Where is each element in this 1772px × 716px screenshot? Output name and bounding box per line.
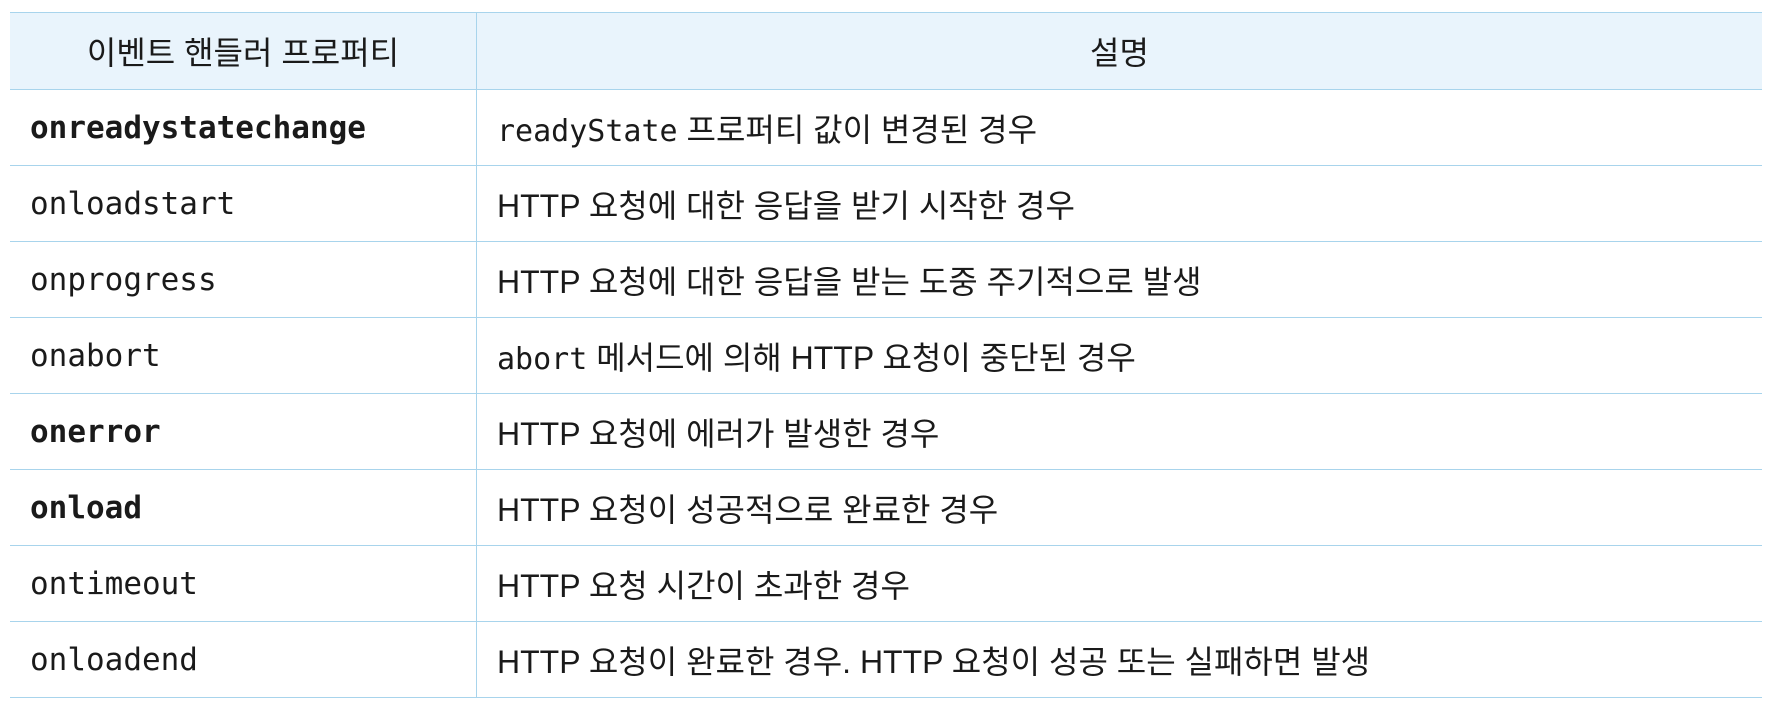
row-property: onloadstart — [10, 165, 477, 242]
table-row: onload HTTP 요청이 성공적으로 완료한 경우 — [10, 469, 1762, 546]
row-description: HTTP 요청에 대한 응답을 받기 시작한 경우 — [476, 165, 1762, 242]
table-row: onreadystatechange readyState 프로퍼티 값이 변경… — [10, 89, 1762, 166]
table-header-row: 이벤트 핸들러 프로퍼티 설명 — [10, 12, 1762, 90]
row-description: readyState 프로퍼티 값이 변경된 경우 — [476, 89, 1762, 166]
row-description: HTTP 요청이 완료한 경우. HTTP 요청이 성공 또는 실패하면 발생 — [476, 621, 1762, 698]
description-code: readyState — [497, 113, 678, 149]
row-description: HTTP 요청이 성공적으로 완료한 경우 — [476, 469, 1762, 546]
table-row: onprogress HTTP 요청에 대한 응답을 받는 도중 주기적으로 발… — [10, 241, 1762, 318]
row-description: HTTP 요청에 대한 응답을 받는 도중 주기적으로 발생 — [476, 241, 1762, 318]
row-property: onabort — [10, 317, 477, 394]
description-text: HTTP 요청에 대한 응답을 받기 시작한 경우 — [497, 187, 1075, 224]
event-handler-table: 이벤트 핸들러 프로퍼티 설명 onreadystatechange ready… — [10, 12, 1762, 698]
row-property: onloadend — [10, 621, 477, 698]
table-row: onloadstart HTTP 요청에 대한 응답을 받기 시작한 경우 — [10, 165, 1762, 242]
row-property: ontimeout — [10, 545, 477, 622]
description-text: HTTP 요청에 대한 응답을 받는 도중 주기적으로 발생 — [497, 263, 1202, 300]
row-property: onload — [10, 469, 477, 546]
description-code: abort — [497, 341, 588, 377]
header-description: 설명 — [476, 12, 1762, 90]
row-description: HTTP 요청에 에러가 발생한 경우 — [476, 393, 1762, 470]
row-description: HTTP 요청 시간이 초과한 경우 — [476, 545, 1762, 622]
table-row: onabort abort 메서드에 의해 HTTP 요청이 중단된 경우 — [10, 317, 1762, 394]
table-row: onloadend HTTP 요청이 완료한 경우. HTTP 요청이 성공 또… — [10, 621, 1762, 698]
table-row: ontimeout HTTP 요청 시간이 초과한 경우 — [10, 545, 1762, 622]
description-text: 메서드에 의해 HTTP 요청이 중단된 경우 — [587, 339, 1136, 376]
description-text: HTTP 요청 시간이 초과한 경우 — [497, 567, 910, 604]
row-property: onerror — [10, 393, 477, 470]
table-row: onerror HTTP 요청에 에러가 발생한 경우 — [10, 393, 1762, 470]
description-text: HTTP 요청이 완료한 경우. HTTP 요청이 성공 또는 실패하면 발생 — [497, 643, 1371, 680]
row-description: abort 메서드에 의해 HTTP 요청이 중단된 경우 — [476, 317, 1762, 394]
row-property: onprogress — [10, 241, 477, 318]
description-text: HTTP 요청에 에러가 발생한 경우 — [497, 415, 940, 452]
description-text: 프로퍼티 값이 변경된 경우 — [677, 111, 1038, 148]
description-text: HTTP 요청이 성공적으로 완료한 경우 — [497, 491, 999, 528]
row-property: onreadystatechange — [10, 89, 477, 166]
header-property: 이벤트 핸들러 프로퍼티 — [10, 12, 477, 90]
